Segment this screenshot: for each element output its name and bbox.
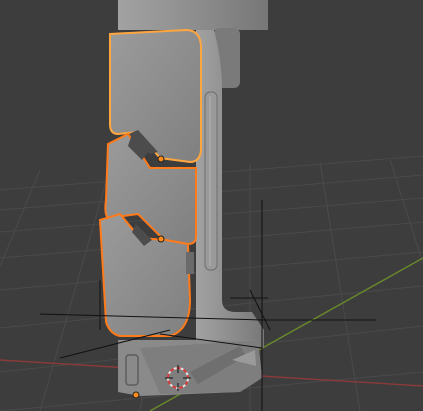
viewport-canvas[interactable]	[0, 0, 423, 411]
handle-base-block	[118, 340, 262, 396]
object-origin-icon[interactable]	[157, 155, 165, 163]
object-origin-icon[interactable]	[132, 391, 140, 399]
3d-viewport[interactable]	[0, 0, 423, 411]
object-origin-icon[interactable]	[157, 235, 165, 243]
